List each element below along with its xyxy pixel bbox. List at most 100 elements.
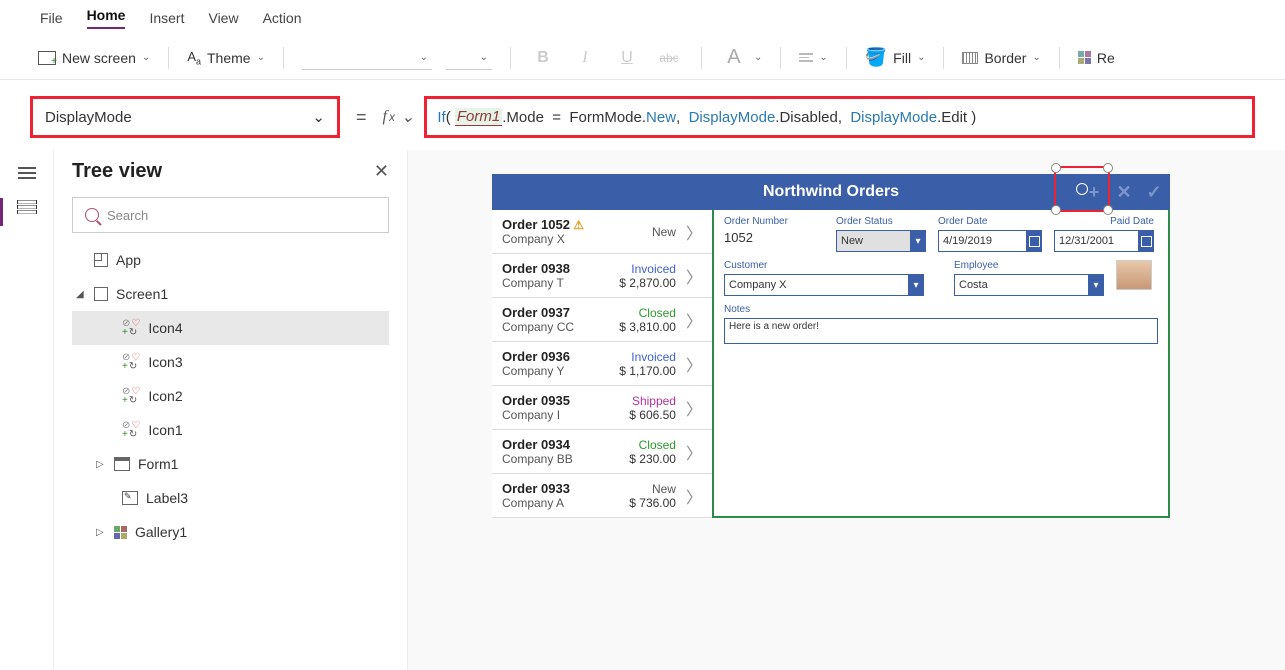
- theme-button[interactable]: Aa Theme ⌄: [187, 49, 265, 67]
- gallery-icon: [114, 526, 127, 539]
- order-list[interactable]: Order 1052 ⚠Company XNew〉Order 0938Compa…: [492, 210, 712, 518]
- form-icon: [114, 457, 130, 471]
- formula-ref: Form1: [455, 108, 502, 126]
- tree-panel: Tree view✕ Search App ◢Screen1 ⊘♡+↻ Icon…: [54, 150, 408, 670]
- main-area: Tree view✕ Search App ◢Screen1 ⊘♡+↻ Icon…: [0, 150, 1285, 670]
- menu-insert[interactable]: Insert: [149, 10, 184, 26]
- strikethrough-button[interactable]: abc: [655, 44, 683, 72]
- employee-select[interactable]: Costa▾: [954, 274, 1104, 296]
- chevron-down-icon: ⌄: [257, 52, 265, 63]
- paid-date-input[interactable]: 12/31/2001: [1054, 230, 1154, 252]
- order-status-select[interactable]: New▾: [836, 230, 926, 252]
- canvas[interactable]: Northwind Orders + ✕ ✓ Order 1052 ⚠Compa…: [408, 150, 1285, 670]
- chevron-down-icon: ▾: [910, 230, 926, 252]
- align-button[interactable]: ⌄: [799, 52, 827, 63]
- left-rail: [0, 150, 54, 670]
- icon-stack-icon: ⊘♡+↻: [122, 319, 140, 337]
- tree-node-screen1[interactable]: ◢Screen1: [72, 277, 389, 311]
- tree-node-app[interactable]: App: [72, 243, 389, 277]
- menu-home[interactable]: Home: [87, 7, 126, 29]
- font-color-icon: A: [720, 44, 748, 72]
- new-screen-button[interactable]: + New screen ⌄: [38, 50, 150, 66]
- screen-icon: +: [38, 51, 56, 65]
- new-screen-label: New screen: [62, 50, 136, 66]
- chevron-right-icon: 〉: [682, 308, 702, 332]
- menu-view[interactable]: View: [208, 10, 238, 26]
- order-list-item[interactable]: Order 0938Company TInvoiced$ 2,870.00〉: [492, 254, 712, 298]
- menu-file[interactable]: File: [40, 10, 63, 26]
- label-icon: ✎: [122, 491, 138, 505]
- tree-search-input[interactable]: Search: [72, 197, 389, 233]
- ribbon: + New screen ⌄ Aa Theme ⌄ ⌄ ⌄ B I U abc …: [0, 36, 1285, 80]
- order-list-item[interactable]: Order 0936Company YInvoiced$ 1,170.00〉: [492, 342, 712, 386]
- app-header: Northwind Orders + ✕ ✓: [492, 174, 1170, 210]
- calendar-icon: [1026, 230, 1042, 252]
- customer-select[interactable]: Company X▾: [724, 274, 924, 296]
- menu-bar: File Home Insert View Action: [0, 0, 1285, 36]
- chevron-right-icon: 〉: [682, 352, 702, 376]
- tree-node-icon3[interactable]: ⊘♡+↻ Icon3: [72, 345, 389, 379]
- border-label: Border: [984, 50, 1026, 66]
- order-date-label: Order Date: [938, 216, 1042, 227]
- menu-action[interactable]: Action: [263, 10, 302, 26]
- cancel-icon[interactable]: ✕: [1114, 182, 1134, 202]
- tree-node-label3[interactable]: ✎Label3: [72, 481, 389, 515]
- paid-date-label: Paid Date: [1054, 216, 1154, 227]
- border-button[interactable]: Border ⌄: [962, 50, 1040, 66]
- formula-bar[interactable]: If( Form1.Mode = FormMode.New, DisplayMo…: [424, 96, 1255, 138]
- employee-avatar: [1116, 260, 1152, 290]
- tree-view-rail-icon[interactable]: [17, 198, 37, 214]
- font-family-select[interactable]: ⌄: [302, 46, 432, 70]
- order-number-value: 1052: [724, 230, 824, 245]
- font-color-button[interactable]: A⌄: [720, 44, 762, 72]
- chevron-down-icon: ▾: [908, 274, 924, 296]
- chevron-right-icon: 〉: [682, 396, 702, 420]
- font-size-select[interactable]: ⌄: [446, 46, 492, 70]
- reorder-button[interactable]: Re: [1078, 50, 1115, 66]
- order-date-input[interactable]: 4/19/2019: [938, 230, 1042, 252]
- underline-button[interactable]: U: [613, 44, 641, 72]
- chevron-down-icon: ▾: [1088, 274, 1104, 296]
- accept-icon[interactable]: ✓: [1144, 182, 1164, 202]
- bold-button[interactable]: B: [529, 44, 557, 72]
- italic-button[interactable]: I: [571, 44, 599, 72]
- hamburger-icon[interactable]: [18, 164, 36, 182]
- theme-icon: Aa: [187, 49, 201, 67]
- order-list-item[interactable]: Order 0934Company BBClosed$ 230.00〉: [492, 430, 712, 474]
- tree-node-form1[interactable]: ▷Form1: [72, 447, 389, 481]
- chevron-right-icon: 〉: [682, 440, 702, 464]
- chevron-right-icon: 〉: [682, 484, 702, 508]
- order-list-item[interactable]: Order 0933Company ANew$ 736.00〉: [492, 474, 712, 518]
- chevron-down-icon: ⌄: [142, 52, 150, 63]
- tree-node-gallery1[interactable]: ▷Gallery1: [72, 515, 389, 549]
- selection-box[interactable]: [1054, 166, 1110, 212]
- tree-node-icon2[interactable]: ⊘♡+↻ Icon2: [72, 379, 389, 413]
- align-icon: [799, 53, 813, 62]
- tree: App ◢Screen1 ⊘♡+↻ Icon4 ⊘♡+↻ Icon3 ⊘♡+↻ …: [72, 243, 389, 549]
- accent-indicator: [0, 198, 3, 226]
- notes-input[interactable]: Here is a new order!: [724, 318, 1158, 344]
- customer-label: Customer: [724, 260, 924, 271]
- app-title: Northwind Orders: [763, 183, 899, 201]
- search-icon: [85, 208, 99, 222]
- property-selector[interactable]: DisplayMode ⌄: [30, 96, 340, 138]
- order-list-item[interactable]: Order 0937Company CCClosed$ 3,810.00〉: [492, 298, 712, 342]
- order-status-label: Order Status: [836, 216, 926, 227]
- icon-stack-icon: ⊘♡+↻: [122, 387, 140, 405]
- fx-button[interactable]: fx⌄: [383, 107, 415, 127]
- order-number-label: Order Number: [724, 216, 824, 227]
- theme-label: Theme: [207, 50, 251, 66]
- close-icon[interactable]: ✕: [374, 161, 389, 182]
- tree-node-icon1[interactable]: ⊘♡+↻ Icon1: [72, 413, 389, 447]
- order-list-item[interactable]: Order 1052 ⚠Company XNew〉: [492, 210, 712, 254]
- fill-button[interactable]: 🪣 Fill ⌄: [865, 47, 926, 68]
- fill-label: Fill: [893, 50, 911, 66]
- icon-stack-icon: ⊘♡+↻: [122, 353, 140, 371]
- employee-label: Employee: [954, 260, 1104, 271]
- app-icon: [94, 253, 108, 267]
- tree-title: Tree view✕: [72, 160, 389, 183]
- border-icon: [962, 52, 978, 64]
- form-area: Order Number 1052 Order Status New▾ Orde…: [712, 210, 1170, 518]
- tree-node-icon4[interactable]: ⊘♡+↻ Icon4: [72, 311, 389, 345]
- order-list-item[interactable]: Order 0935Company IShipped$ 606.50〉: [492, 386, 712, 430]
